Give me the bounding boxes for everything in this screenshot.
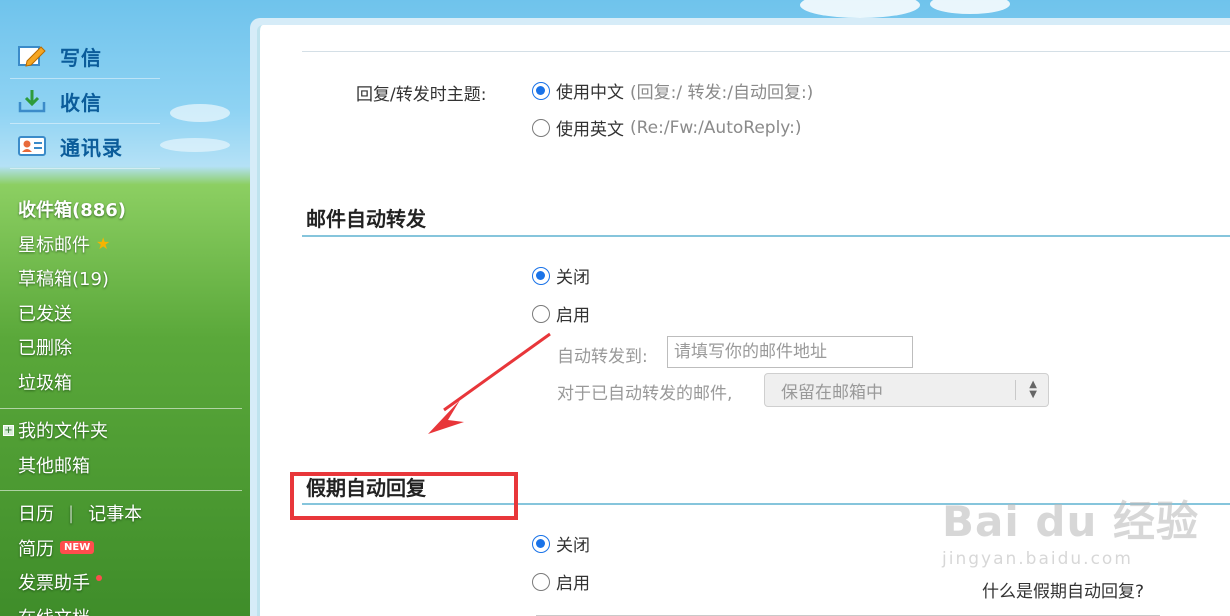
auto-forward-option-off[interactable]: 关闭: [532, 263, 590, 288]
compose-button[interactable]: 写信: [10, 34, 160, 79]
vacation-option-off[interactable]: 关闭: [532, 531, 590, 556]
compose-icon: [16, 42, 48, 70]
reply-subject-label: 回复/转发时主题:: [356, 85, 487, 105]
cloud-decoration: [930, 0, 1010, 14]
sidebar-divider: [0, 490, 242, 491]
forward-address-input[interactable]: [667, 336, 913, 368]
top-divider: [302, 51, 1230, 52]
folder-list: 收件箱(886) 星标邮件 ★ 草稿箱(19) 已发送 已删除 垃圾箱: [0, 192, 250, 399]
expand-plus-icon[interactable]: +: [3, 424, 14, 436]
separator: |: [68, 502, 75, 524]
contacts-button[interactable]: 通讯录: [10, 124, 160, 169]
invoice-assistant-link[interactable]: 发票助手: [0, 565, 250, 600]
radio-english[interactable]: [532, 118, 550, 137]
notepad-link[interactable]: 记事本: [88, 500, 142, 526]
primary-nav: 写信 收信 通讯录: [10, 34, 160, 169]
select-arrows-icon: ▲ ▼: [1029, 379, 1037, 400]
custom-folder-list: + 我的文件夹 其他邮箱: [0, 413, 250, 482]
resume-label: 简历: [18, 538, 54, 560]
after-forward-label: 对于已自动转发的邮件,: [557, 384, 733, 404]
contacts-label: 通讯录: [60, 135, 123, 160]
sidebar-divider: [0, 408, 242, 409]
option-chinese-hint: (回复:/ 转发:/自动回复:): [630, 83, 814, 103]
reply-subject-option-english[interactable]: 使用英文 (Re:/Fw:/AutoReply:): [532, 115, 801, 140]
compose-label: 写信: [60, 45, 102, 70]
folder-my-folders[interactable]: + 我的文件夹: [0, 413, 250, 448]
tools-row-calendar-notepad: 日历 | 记事本: [0, 496, 250, 531]
folder-starred-label: 星标邮件: [18, 234, 90, 256]
vacation-help-link[interactable]: 什么是假期自动回复?: [982, 577, 1144, 602]
forward-off-label: 关闭: [556, 268, 590, 288]
select-separator: [1015, 380, 1016, 400]
resume-link[interactable]: 简历 NEW: [0, 531, 250, 566]
receive-label: 收信: [60, 90, 102, 115]
vacation-on-label: 启用: [556, 574, 590, 594]
invoice-label: 发票助手: [18, 573, 90, 595]
auto-forward-title: 邮件自动转发: [306, 207, 426, 231]
main-frame: 回复/转发时主题: 使用中文 (回复:/ 转发:/自动回复:) 使用英文 (Re…: [250, 18, 1230, 616]
settings-panel: 回复/转发时主题: 使用中文 (回复:/ 转发:/自动回复:) 使用英文 (Re…: [257, 25, 1230, 616]
receive-button[interactable]: 收信: [10, 79, 160, 124]
star-icon: ★: [96, 234, 111, 254]
tools-list: 日历 | 记事本 简历 NEW 发票助手 在线文档: [0, 496, 250, 616]
section-rule: [302, 235, 1230, 237]
calendar-link[interactable]: 日历: [18, 500, 54, 526]
radio-forward-on[interactable]: [532, 304, 550, 323]
after-forward-value: 保留在邮箱中: [781, 382, 883, 403]
folder-sent[interactable]: 已发送: [0, 296, 250, 331]
reply-subject-option-chinese[interactable]: 使用中文 (回复:/ 转发:/自动回复:): [532, 78, 813, 103]
annotation-arrow-icon: [428, 332, 551, 434]
radio-vacation-off[interactable]: [532, 534, 550, 553]
forward-on-label: 启用: [556, 306, 590, 326]
radio-forward-off[interactable]: [532, 266, 550, 285]
folder-deleted[interactable]: 已删除: [0, 330, 250, 365]
folder-starred[interactable]: 星标邮件 ★: [0, 227, 250, 262]
after-forward-select[interactable]: 保留在邮箱中 ▲ ▼: [764, 373, 1049, 407]
forward-to-label: 自动转发到:: [557, 347, 648, 367]
notification-dot: [96, 575, 102, 582]
radio-vacation-on[interactable]: [532, 572, 550, 591]
vacation-option-on[interactable]: 启用: [532, 569, 590, 594]
new-badge: NEW: [60, 541, 95, 555]
folder-drafts[interactable]: 草稿箱(19): [0, 261, 250, 296]
radio-chinese[interactable]: [532, 81, 550, 100]
sidebar: 写信 收信 通讯录 收件箱(886) 星标邮件 ★ 草稿箱(19) 已发送 已删…: [0, 0, 250, 616]
cloud-decoration: [800, 0, 920, 18]
inbox-download-icon: [16, 87, 48, 115]
online-docs-link[interactable]: 在线文档: [0, 600, 250, 616]
option-chinese-label: 使用中文: [556, 83, 624, 103]
folder-inbox[interactable]: 收件箱(886): [0, 192, 250, 227]
annotation-highlight-box: [290, 472, 518, 520]
folder-my-folders-label: 我的文件夹: [18, 421, 108, 443]
option-english-hint: (Re:/Fw:/AutoReply:): [630, 117, 802, 138]
folder-other-mailboxes[interactable]: 其他邮箱: [0, 448, 250, 483]
auto-forward-option-on[interactable]: 启用: [532, 301, 590, 326]
contacts-card-icon: [16, 132, 48, 160]
option-english-label: 使用英文: [556, 120, 624, 140]
vacation-off-label: 关闭: [556, 536, 590, 556]
folder-trash[interactable]: 垃圾箱: [0, 365, 250, 400]
